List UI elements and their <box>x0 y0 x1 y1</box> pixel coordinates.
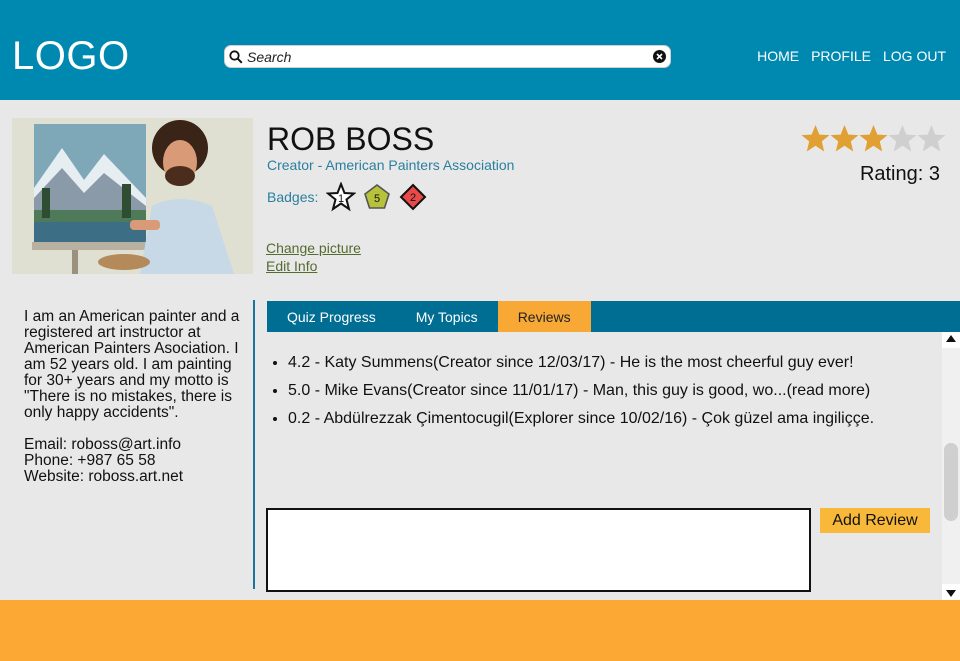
change-picture-link[interactable]: Change picture <box>266 239 361 257</box>
review-item[interactable]: 5.0 - Mike Evans(Creator since 11/01/17)… <box>288 383 930 399</box>
profile-name: ROB BOSS <box>267 121 435 157</box>
star-badge-value: 1 <box>338 193 344 205</box>
bio-panel: I am an American painter and a registere… <box>24 309 242 485</box>
edit-info-link[interactable]: Edit Info <box>266 257 361 275</box>
profile-role[interactable]: Creator - American Painters Association <box>267 157 514 173</box>
pentagon-badge-icon[interactable]: 5 <box>362 182 392 212</box>
tab-reviews[interactable]: Reviews <box>497 301 591 332</box>
tab-my-topics[interactable]: My Topics <box>396 301 498 332</box>
badges-row: Badges: 1 5 2 <box>267 182 434 212</box>
nav-logout[interactable]: LOG OUT <box>883 48 946 64</box>
search-input[interactable] <box>247 48 647 66</box>
review-item: 4.2 - Katy Summens(Creator since 12/03/1… <box>288 355 930 371</box>
profile-photo <box>12 118 253 274</box>
diamond-badge-icon[interactable]: 2 <box>398 182 428 212</box>
top-header: LOGO HOME PROFILE LOG OUT <box>0 0 960 100</box>
nav-home[interactable]: HOME <box>757 48 799 64</box>
scroll-thumb[interactable] <box>944 443 958 521</box>
footer <box>0 600 960 661</box>
clear-search-icon[interactable] <box>652 49 667 64</box>
scroll-up-arrow-icon[interactable] <box>946 335 956 342</box>
star-badge-icon[interactable]: 1 <box>326 182 357 212</box>
pentagon-badge-value: 5 <box>374 193 380 205</box>
scrollbar[interactable] <box>942 332 960 600</box>
bio-email: Email: roboss@art.info <box>24 436 182 453</box>
profile-links: Change picture Edit Info <box>266 239 361 275</box>
review-item: 0.2 - Abdülrezzak Çimentocugil(Explorer … <box>288 411 930 427</box>
star-empty-icon <box>888 124 917 152</box>
bio-phone: Phone: +987 65 58 <box>24 452 156 469</box>
diamond-badge-value: 2 <box>410 192 416 204</box>
scroll-down-arrow-icon[interactable] <box>946 590 956 597</box>
badges-label: Badges: <box>267 189 319 205</box>
star-filled-icon <box>830 124 859 152</box>
tab-bar: Quiz Progress My Topics Reviews <box>267 301 960 332</box>
search-icon <box>229 50 243 64</box>
bio-about: I am an American painter and a registere… <box>24 308 240 421</box>
star-empty-icon <box>917 124 946 152</box>
tab-quiz-progress[interactable]: Quiz Progress <box>267 301 396 332</box>
add-review-button[interactable]: Add Review <box>820 508 930 533</box>
scroll-track[interactable] <box>942 348 960 584</box>
bio-website: Website: roboss.art.net <box>24 468 184 485</box>
section-divider <box>253 300 255 589</box>
rating-stars <box>801 124 946 153</box>
logo[interactable]: LOGO <box>12 34 130 79</box>
review-textarea[interactable] <box>266 508 811 592</box>
main-nav: HOME PROFILE LOG OUT <box>757 48 946 64</box>
rating-text: Rating: 3 <box>859 163 940 185</box>
star-filled-icon <box>801 124 830 152</box>
star-filled-icon <box>859 124 888 152</box>
reviews-list: 4.2 - Katy Summens(Creator since 12/03/1… <box>270 355 930 439</box>
nav-profile[interactable]: PROFILE <box>811 48 871 64</box>
search-box[interactable] <box>224 45 671 68</box>
